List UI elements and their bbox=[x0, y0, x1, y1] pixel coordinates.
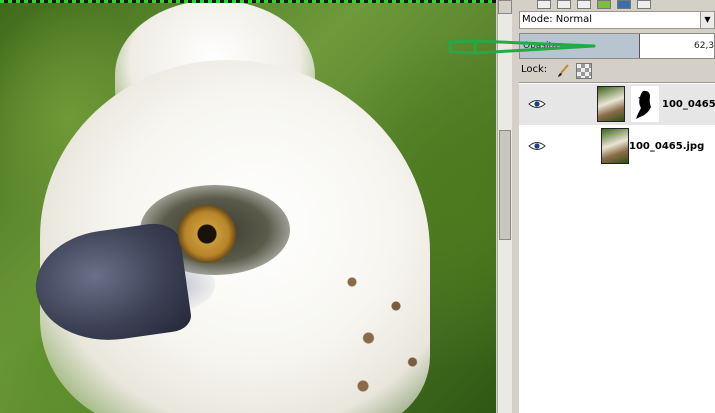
mode-label: Mode: Normal bbox=[522, 14, 592, 25]
annotation-arrow-icon bbox=[448, 39, 596, 55]
chevron-down-icon[interactable]: ▼ bbox=[700, 12, 714, 28]
layer-name[interactable]: 100_0465.jpg bbox=[629, 141, 704, 152]
bird-eye bbox=[178, 205, 236, 263]
layer-row[interactable]: 100_0465.jpg bbox=[519, 84, 715, 125]
panel-menu-icon[interactable] bbox=[661, 0, 675, 9]
scroll-thumb[interactable] bbox=[499, 130, 511, 240]
tab-histogram[interactable] bbox=[617, 0, 631, 9]
layer-thumbnail[interactable] bbox=[597, 86, 625, 122]
eye-icon[interactable] bbox=[528, 141, 546, 151]
layer-mask-thumbnail[interactable] bbox=[631, 86, 659, 122]
layers-panel: Mode: Normal ▼ Opasitas 62,3 Lock: 100_0… bbox=[515, 0, 715, 413]
mode-dropdown[interactable]: Mode: Normal ▼ bbox=[519, 11, 715, 29]
scroll-up-button[interactable] bbox=[498, 0, 512, 14]
panel-toolbar bbox=[515, 0, 715, 9]
bird-neck-spots bbox=[330, 250, 440, 410]
image-canvas[interactable] bbox=[0, 0, 496, 413]
checkerboard-alpha-icon[interactable] bbox=[576, 63, 592, 79]
layer-thumbnail[interactable] bbox=[601, 128, 629, 164]
opacity-value[interactable]: 62,3 bbox=[694, 41, 714, 51]
tab-paths[interactable] bbox=[577, 0, 591, 9]
layer-name[interactable]: 100_0465.jpg bbox=[662, 99, 715, 110]
paintbrush-icon[interactable] bbox=[555, 63, 571, 79]
eye-icon[interactable] bbox=[528, 99, 546, 109]
lock-label: Lock: bbox=[521, 64, 548, 75]
canvas-vertical-scrollbar[interactable] bbox=[497, 0, 512, 413]
tab-colormap[interactable] bbox=[597, 0, 611, 9]
tab-channels[interactable] bbox=[557, 0, 571, 9]
tab-layers[interactable] bbox=[537, 0, 551, 9]
mask-bird-silhouette-icon bbox=[636, 90, 651, 119]
selection-marquee bbox=[0, 0, 496, 3]
layer-row[interactable]: 100_0465.jpg bbox=[519, 126, 715, 167]
layers-list: 100_0465.jpg 100_0465.jpg bbox=[519, 82, 715, 413]
tab-undo[interactable] bbox=[637, 0, 651, 9]
